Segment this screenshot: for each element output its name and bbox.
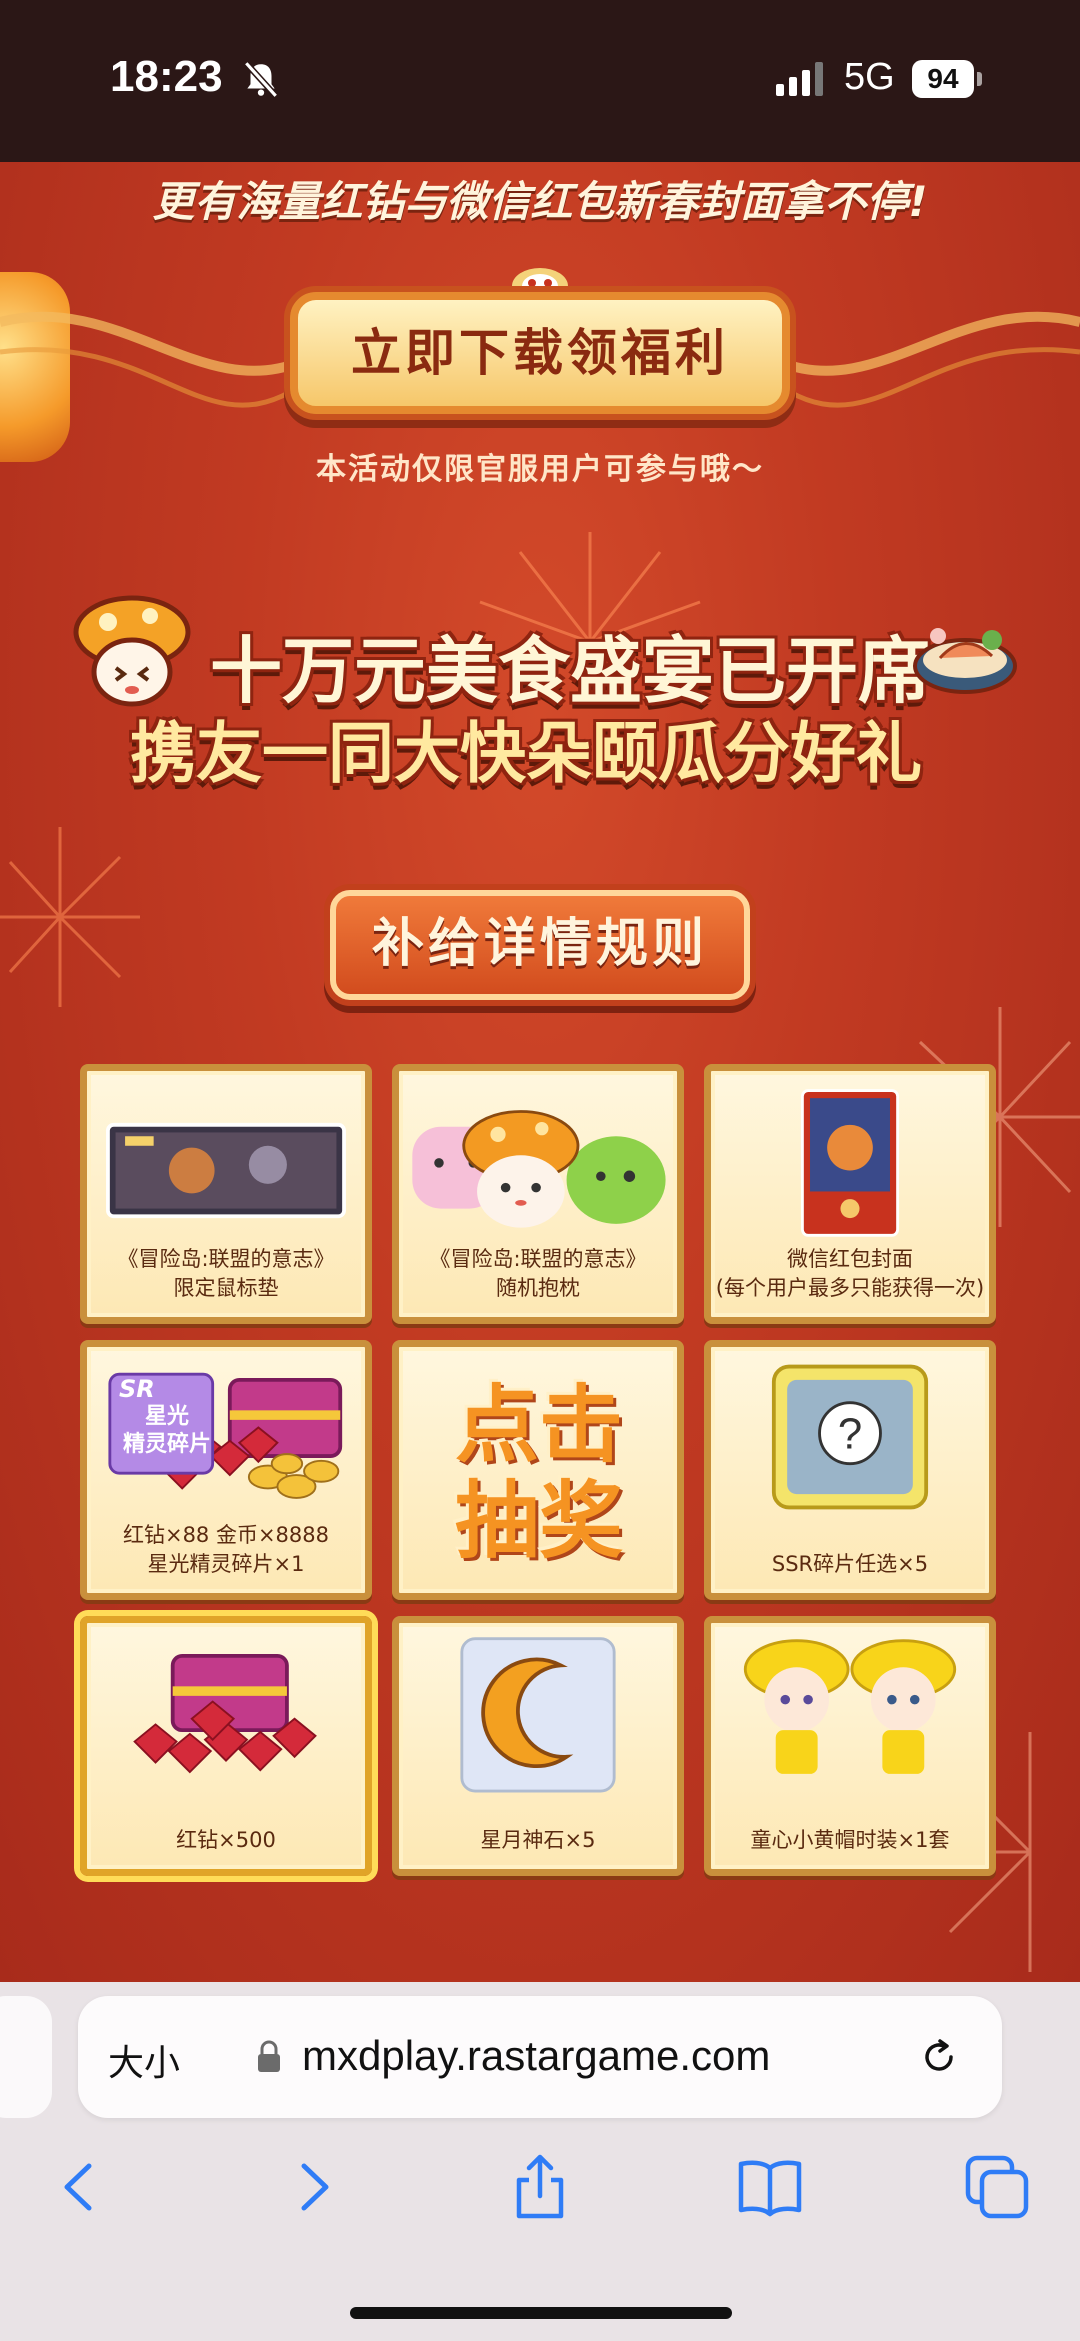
- headline-banner: 十万元美食盛宴已开席 携友一同大快朵颐瓜分好礼: [70, 592, 1020, 792]
- prize-label: 红钻×88 金币×8888 星光精灵碎片×1: [122, 1523, 330, 1576]
- prize-label: 《冒险岛:联盟的意志》 随机抱枕: [429, 1247, 647, 1300]
- red-diamond-chest-icon: [133, 1653, 317, 1774]
- prize-item-ssr-fragment[interactable]: ? SSR碎片任选×5: [704, 1340, 996, 1600]
- prize-item-red-diamond[interactable]: 红钻×500: [80, 1616, 372, 1876]
- battery-level: 94: [912, 60, 974, 98]
- prize-label: 《冒险岛:联盟的意志》 限定鼠标垫: [117, 1247, 335, 1300]
- bookmarks-icon[interactable]: [735, 2152, 805, 2222]
- draw-button[interactable]: 点击 抽奖: [392, 1340, 684, 1600]
- puzzle-piece-icon: ?: [771, 1364, 929, 1510]
- prize-item-diamond-coin-bundle[interactable]: SR 星光 精灵碎片 红钻×88 金币×8888 星光精灵碎片×1: [80, 1340, 372, 1600]
- mousepad-icon: [106, 1122, 346, 1219]
- sr-badge: SR: [119, 1375, 155, 1403]
- prize-label: 童心小黄帽时装×1套: [750, 1828, 950, 1852]
- tabs-icon[interactable]: [962, 2152, 1032, 2222]
- promo-text: 更有海量红钻与微信红包新春封面拿不停!: [152, 177, 928, 226]
- headline-line-2: 携友一同大快朵颐瓜分好礼: [130, 715, 922, 792]
- crescent-moon-icon: [460, 1637, 616, 1793]
- event-page: 更有海量红钻与微信红包新春封面拿不停! 立即下载领福利 本活动仅限官服用户可参与…: [0, 162, 1080, 1982]
- fireworks-decoration: [0, 827, 140, 1007]
- prize-item-mousepad[interactable]: 《冒险岛:联盟的意志》 限定鼠标垫: [80, 1064, 372, 1324]
- signal-icon: [776, 62, 823, 96]
- status-bar: 18:23 5G 94: [0, 0, 1080, 162]
- previous-tab-preview[interactable]: [0, 1996, 52, 2118]
- reload-icon[interactable]: [918, 2036, 960, 2078]
- url-text: mxdplay.rastargame.com: [302, 2032, 771, 2079]
- svg-text:?: ?: [838, 1409, 862, 1458]
- browser-toolbar: 大小 mxdplay.rastargame.com: [0, 1982, 1080, 2341]
- prize-item-red-envelope[interactable]: 微信红包封面 (每个用户最多只能获得一次): [704, 1064, 996, 1324]
- lantern-decoration: [0, 272, 70, 462]
- prize-item-pillow[interactable]: 《冒险岛:联盟的意志》 随机抱枕: [392, 1064, 684, 1324]
- prize-grid: 《冒险岛:联盟的意志》 限定鼠标垫 《冒险岛:联盟的意志》 随机抱枕 微信红包封…: [80, 1064, 1000, 1876]
- prize-item-moon-stone[interactable]: 星月神石×5: [392, 1616, 684, 1876]
- prize-label: SSR碎片任选×5: [771, 1552, 929, 1576]
- text-size-button[interactable]: 大小: [108, 2034, 180, 2086]
- food-dish-icon: [913, 628, 1017, 694]
- prize-label: 微信红包封面 (每个用户最多只能获得一次): [715, 1247, 985, 1300]
- red-envelope-icon: [800, 1089, 900, 1237]
- home-indicator: [350, 2307, 732, 2319]
- network-type: 5G: [844, 56, 895, 98]
- bell-muted-icon: [243, 61, 279, 98]
- address-bar[interactable]: 大小 mxdplay.rastargame.com: [78, 1996, 1002, 2118]
- starlight-fragment-badge: 星光 精灵碎片: [122, 1404, 211, 1457]
- prize-label: 红钻×500: [176, 1828, 276, 1852]
- status-time: 18:23: [110, 52, 223, 101]
- mushroom-mascot-icon: [73, 595, 191, 707]
- download-rewards-button[interactable]: 立即下载领福利: [290, 292, 790, 414]
- rules-details-button[interactable]: 补给详情规则: [330, 890, 750, 1000]
- lock-icon: [258, 2040, 280, 2072]
- draw-button-label: 点击 抽奖: [454, 1376, 623, 1570]
- share-icon[interactable]: [505, 2152, 575, 2222]
- yellow-hat-outfit-icon: [743, 1639, 957, 1774]
- back-icon[interactable]: [45, 2152, 115, 2222]
- battery-indicator: 94: [912, 60, 982, 98]
- prize-item-yellow-hat-outfit[interactable]: 童心小黄帽时装×1套: [704, 1616, 996, 1876]
- notice-text: 本活动仅限官服用户可参与哦～: [316, 452, 764, 487]
- forward-icon[interactable]: [278, 2152, 348, 2222]
- prize-label: 星月神石×5: [480, 1828, 596, 1852]
- pillow-icon: [412, 1110, 666, 1228]
